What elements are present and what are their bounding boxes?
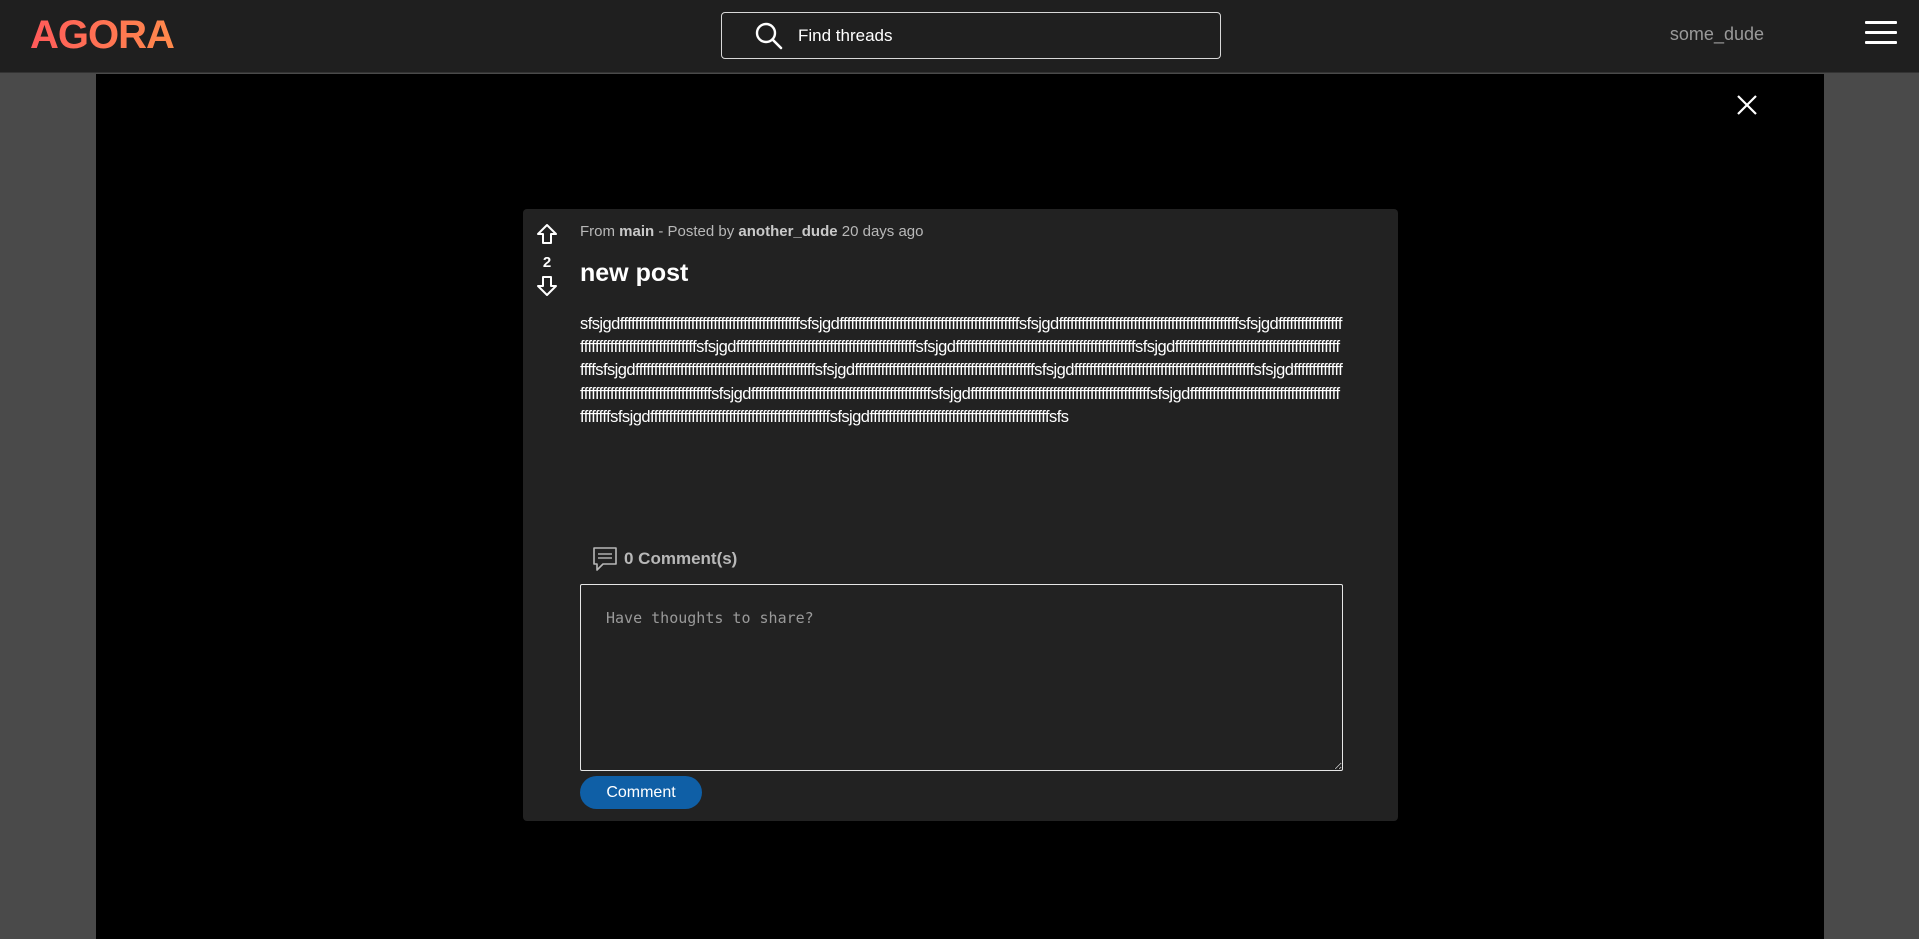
post-title: new post: [580, 259, 689, 287]
comment-count: 0 Comment(s): [591, 545, 737, 573]
close-icon[interactable]: [1736, 94, 1758, 116]
post-age: 20 days ago: [841, 223, 924, 240]
post-meta: From main - Posted by another_dude 20 da…: [580, 223, 924, 240]
agora-logo-wordmark: AGORA: [30, 13, 175, 55]
hamburger-menu-icon[interactable]: [1865, 21, 1897, 45]
top-navigation-bar: AGORA some_dude: [0, 0, 1919, 73]
comment-count-label: 0 Comment(s): [624, 549, 738, 568]
agora-logo[interactable]: AGORA: [30, 13, 175, 55]
search-bar[interactable]: [721, 12, 1221, 59]
post-card: 2 From main - Posted by another_dude 20 …: [523, 209, 1398, 821]
comment-submit-button[interactable]: Comment: [580, 776, 702, 809]
community-link[interactable]: main: [619, 223, 654, 240]
svg-text:AGORA: AGORA: [30, 13, 174, 55]
arrow-up-icon[interactable]: [536, 223, 558, 250]
comment-bubble-icon: [591, 545, 619, 573]
post-body: sfsjgdffffffffffffffffffffffffffffffffff…: [580, 315, 1343, 426]
search-icon[interactable]: [754, 21, 784, 51]
author-link[interactable]: another_dude: [738, 223, 837, 240]
posted-by-prefix: - Posted by: [658, 223, 735, 240]
search-input[interactable]: [796, 24, 1180, 47]
community-prefix: From: [580, 223, 615, 240]
arrow-down-icon[interactable]: [536, 275, 558, 302]
vote-score: 2: [542, 254, 552, 271]
username-label[interactable]: some_dude: [1670, 24, 1764, 45]
comment-textarea[interactable]: [580, 584, 1343, 771]
vote-controls: 2: [535, 223, 559, 302]
